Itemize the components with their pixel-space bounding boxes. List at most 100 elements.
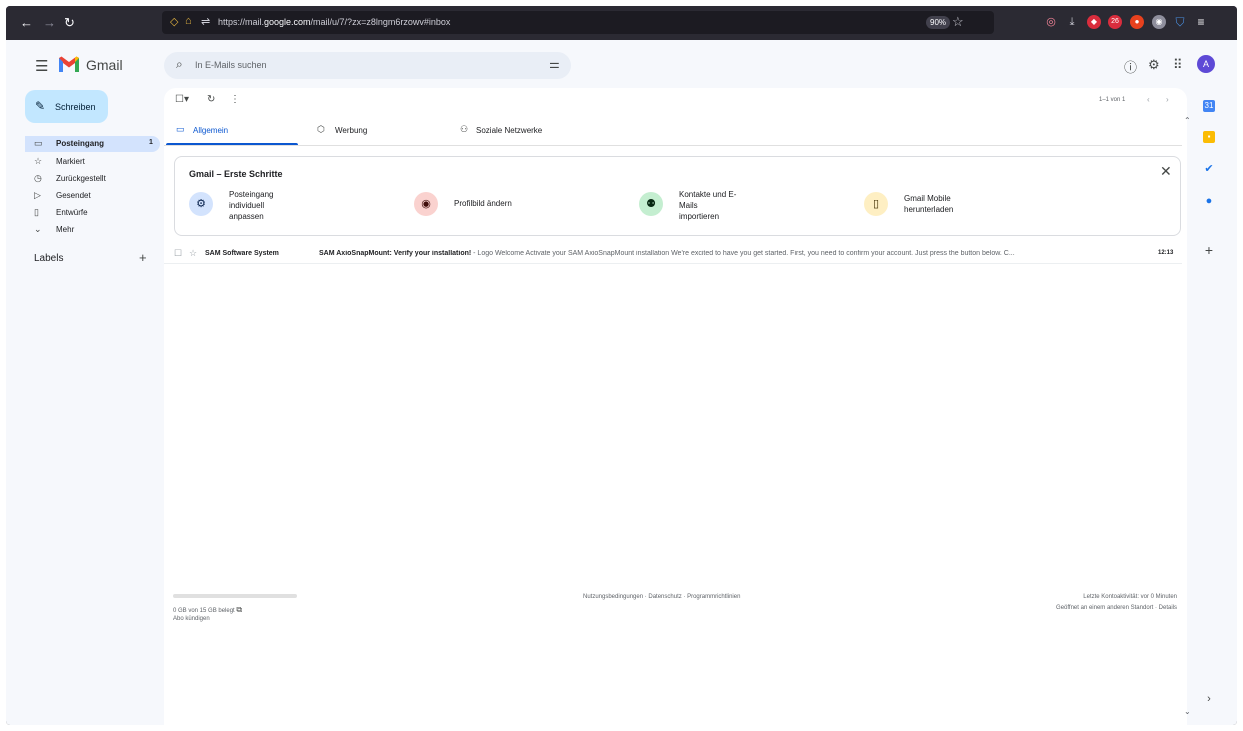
apps-grid-icon[interactable]: ⠿ <box>1173 57 1183 73</box>
gmail-logo-icon[interactable] <box>57 54 81 74</box>
nav-label: Markiert <box>56 157 85 166</box>
select-all-checkbox-icon[interactable]: ☐▾ <box>175 94 189 105</box>
search-input[interactable]: In E-Mails suchen <box>195 60 267 70</box>
inbox-icon: ▭ <box>34 138 43 148</box>
more-vert-icon[interactable]: ⋮ <box>230 94 240 105</box>
contacts-icon[interactable]: ● <box>1203 195 1215 207</box>
search-icon[interactable]: ⌕ <box>176 57 183 72</box>
email-snippet: - Logo Welcome Activate your SAM AxioSna… <box>471 250 1015 257</box>
extension-icon[interactable]: ● <box>1130 15 1144 29</box>
vpn-shield-icon[interactable]: ⛉ <box>1173 15 1187 29</box>
external-link-icon[interactable]: ⧉ <box>236 605 242 614</box>
pagination-text: 1–1 von 1 <box>1099 97 1126 103</box>
step-profile-picture[interactable]: ◉ Profilbild ändern <box>414 189 634 229</box>
step-label: Gmail Mobile herunterladen <box>904 194 954 214</box>
compose-button[interactable]: ✎ Schreiben <box>25 90 108 123</box>
account-circle-icon: ◉ <box>414 192 438 216</box>
nav-label: Gesendet <box>56 191 91 200</box>
email-time: 12:13 <box>1158 250 1174 256</box>
clock-icon: ◷ <box>34 173 42 183</box>
email-sender: SAM Software System <box>205 250 279 257</box>
inbox-icon: ▭ <box>176 124 185 134</box>
gear-icon: ⚙ <box>189 192 213 216</box>
nav-label: Posteingang <box>56 139 105 148</box>
step-label: Posteingang individuell anpassen <box>229 190 274 221</box>
prev-page-icon[interactable]: ‹ <box>1147 95 1150 104</box>
zoom-badge[interactable]: 90% <box>926 16 951 29</box>
last-activity-text: Letzte Kontoaktivität: vor 0 Minuten <box>1083 594 1177 600</box>
step-mobile-app[interactable]: ▯ Gmail Mobile herunterladen <box>864 189 1084 229</box>
nav-item-drafts[interactable]: ▯ Entwürfe <box>25 205 160 221</box>
close-icon[interactable]: ✕ <box>1160 163 1172 180</box>
browser-window: ← → ↻ ◇ ⌂ ⇌ https://mail.google.com/mail… <box>6 6 1237 725</box>
scroll-up-icon[interactable]: ⌃ <box>1184 116 1191 125</box>
compose-label: Schreiben <box>55 102 96 112</box>
unread-count: 1 <box>149 139 153 146</box>
tab-label: Allgemein <box>193 126 229 135</box>
add-addon-icon[interactable]: + <box>1203 243 1215 257</box>
settings-gear-icon[interactable]: ⚙ <box>1148 57 1160 73</box>
pencil-icon: ✎ <box>35 99 46 113</box>
pocket-icon[interactable]: ◎ <box>1044 15 1058 29</box>
nav-item-more[interactable]: ⌄ Mehr <box>25 222 160 238</box>
menu-icon[interactable]: ≡ <box>1194 15 1208 29</box>
tab-promotions[interactable]: ⬡ Werbung <box>309 114 439 147</box>
person-add-icon: ⚉ <box>639 192 663 216</box>
search-options-icon[interactable]: ⚌ <box>549 57 560 71</box>
bookmark-star-icon[interactable]: ☆ <box>952 14 964 30</box>
chevron-down-icon: ⌄ <box>34 224 42 234</box>
labels-heading: Labels <box>34 253 64 264</box>
phone-icon: ▯ <box>864 192 888 216</box>
search-bar[interactable]: ⌕ In E-Mails suchen ⚌ <box>164 52 571 79</box>
help-icon[interactable]: ⓘ <box>1124 57 1137 76</box>
main-menu-icon[interactable]: ☰ <box>35 57 48 75</box>
star-icon: ☆ <box>34 156 43 166</box>
forward-icon[interactable]: → <box>43 15 56 30</box>
downloads-icon[interactable]: ⤓ <box>1065 15 1079 29</box>
storage-text: 0 GB von 15 GB belegt ⧉ <box>173 605 243 614</box>
notification-badge-icon[interactable]: 26 <box>1108 15 1122 29</box>
browser-toolbar: ← → ↻ ◇ ⌂ ⇌ https://mail.google.com/mail… <box>6 6 1237 40</box>
tag-icon: ⬡ <box>317 124 325 134</box>
next-page-icon[interactable]: › <box>1166 95 1169 104</box>
refresh-icon[interactable]: ↻ <box>207 94 215 105</box>
tasks-icon[interactable]: ✔ <box>1203 163 1215 175</box>
star-icon[interactable]: ☆ <box>189 248 197 259</box>
extension2-icon[interactable]: ◉ <box>1152 15 1166 29</box>
lock-icon[interactable]: ⌂ <box>185 15 192 27</box>
permissions-icon[interactable]: ⇌ <box>201 15 210 28</box>
expand-panel-icon[interactable]: › <box>1203 693 1215 705</box>
nav-item-sent[interactable]: ▷ Gesendet <box>25 188 160 204</box>
tab-label: Werbung <box>335 126 368 135</box>
step-import-contacts[interactable]: ⚉ Kontakte und E-Mails importieren <box>639 189 859 229</box>
nav-label: Entwürfe <box>56 208 88 217</box>
nav-item-starred[interactable]: ☆ Markiert <box>25 154 160 170</box>
tab-label: Soziale Netzwerke <box>476 126 543 135</box>
url-text[interactable]: https://mail.google.com/mail/u/7/?zx=z8l… <box>218 17 450 27</box>
storage-bar <box>173 594 297 598</box>
back-icon[interactable]: ← <box>20 15 33 30</box>
shield-icon[interactable]: ◇ <box>170 15 178 28</box>
nav-label: Mehr <box>56 225 75 234</box>
ublock-icon[interactable]: ◆ <box>1087 15 1101 29</box>
nav-item-inbox[interactable]: ▭ Posteingang 1 <box>25 136 160 152</box>
add-label-icon[interactable]: + <box>139 250 147 265</box>
keep-icon[interactable]: ▪ <box>1203 131 1215 143</box>
send-icon: ▷ <box>34 190 41 200</box>
address-bar[interactable]: ◇ ⌂ ⇌ https://mail.google.com/mail/u/7/?… <box>162 11 994 34</box>
account-avatar[interactable]: A <box>1197 55 1215 73</box>
main-panel: ☐▾ ↻ ⋮ 1–1 von 1 ‹ › ▭ Allgemein ⬡ Werbu… <box>164 88 1191 725</box>
email-row[interactable]: ☐ ☆ SAM Software System SAM AxioSnapMoun… <box>164 244 1182 264</box>
row-checkbox-icon[interactable]: ☐ <box>174 248 182 259</box>
tab-social[interactable]: ⚇ Soziale Netzwerke <box>452 114 602 147</box>
calendar-icon[interactable]: 31 <box>1203 100 1215 112</box>
step-customize-inbox[interactable]: ⚙ Posteingang individuell anpassen <box>189 189 409 229</box>
footer-links[interactable]: Nutzungsbedingungen · Datenschutz · Prog… <box>583 594 740 600</box>
cancel-subscription-link[interactable]: Abo kündigen <box>173 616 210 622</box>
email-preview: SAM AxioSnapMount: Verify your installat… <box>319 250 1129 257</box>
nav-item-snoozed[interactable]: ◷ Zurückgestellt <box>25 171 160 187</box>
reload-icon[interactable]: ↻ <box>64 15 75 31</box>
gmail-app: ☰ Gmail ⌕ In E-Mails suchen ⚌ ⓘ ⚙ ⠿ A ✎ … <box>6 40 1237 725</box>
scroll-down-icon[interactable]: ⌄ <box>1184 707 1191 716</box>
details-link[interactable]: Geöffnet an einem anderen Standort · Det… <box>1056 605 1177 611</box>
